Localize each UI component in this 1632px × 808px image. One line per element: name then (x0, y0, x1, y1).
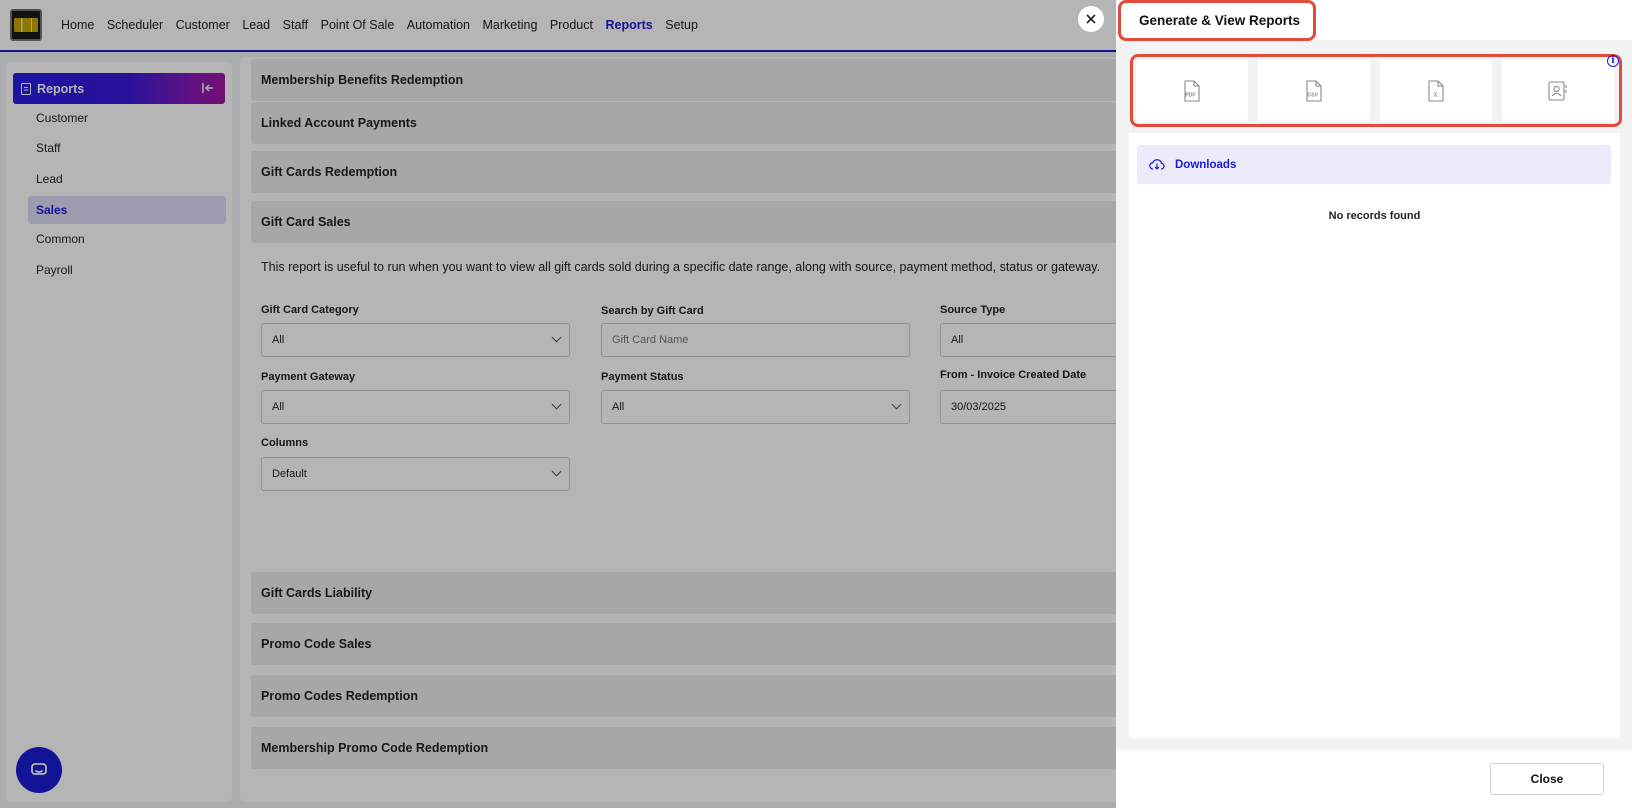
panel-footer: Close (1116, 750, 1632, 808)
excel-file-icon: X (1428, 80, 1444, 102)
downloads-label: Downloads (1175, 158, 1237, 171)
csv-file-icon: CSV (1306, 80, 1322, 102)
downloads-header[interactable]: Downloads (1137, 145, 1611, 184)
close-panel-button[interactable] (1078, 6, 1104, 32)
export-excel-button[interactable]: X (1380, 60, 1492, 122)
cloud-download-icon (1149, 159, 1165, 170)
svg-text:PDF: PDF (1185, 93, 1195, 99)
modal-backdrop[interactable] (0, 0, 1116, 808)
export-csv-button[interactable]: CSV (1258, 60, 1370, 122)
export-pdf-button[interactable]: PDF (1136, 60, 1248, 122)
empty-state-text: No records found (1328, 210, 1421, 222)
close-icon (1086, 14, 1096, 24)
export-contact-button[interactable] (1502, 60, 1614, 122)
generate-reports-panel: Generate & View Reports PDF CSV X i Down… (1116, 0, 1632, 808)
downloads-section: Downloads No records found (1129, 133, 1620, 738)
close-button[interactable]: Close (1490, 763, 1604, 795)
panel-title: Generate & View Reports (1118, 0, 1316, 41)
svg-text:CSV: CSV (1307, 93, 1318, 99)
contact-book-icon (1548, 81, 1567, 101)
info-icon[interactable]: i (1607, 55, 1619, 67)
pdf-file-icon: PDF (1184, 80, 1200, 102)
svg-text:X: X (1433, 92, 1438, 99)
export-format-options: PDF CSV X (1130, 54, 1622, 127)
